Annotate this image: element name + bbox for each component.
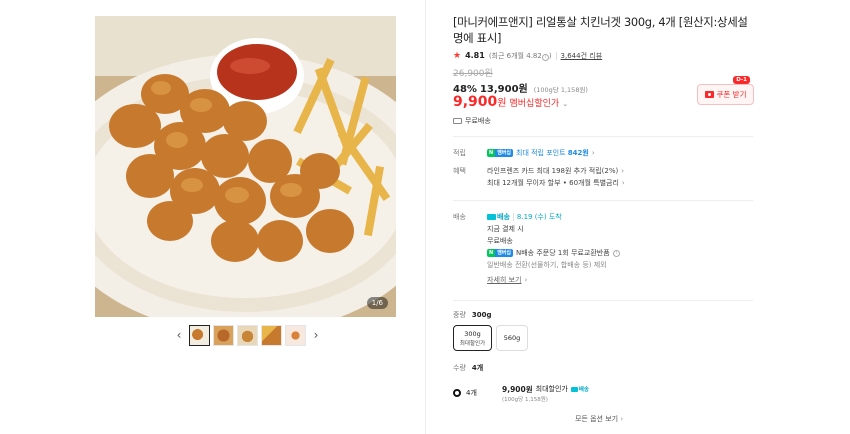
unit-price: (100g당 1,158원) — [533, 86, 588, 94]
chevron-right-icon: › — [621, 179, 625, 187]
delivery-line-1: 지금 결제 시 — [487, 225, 524, 233]
option-300g-button[interactable]: 300g 최대할인가 — [453, 325, 492, 351]
membership-price-label: 멤버십할인가 — [509, 99, 560, 109]
card-benefit-line[interactable]: 라인프렌즈 카드 최대 198원 추가 적립(2%) › — [487, 165, 755, 177]
delivery-tag: 배송 — [487, 211, 510, 223]
option-name: 4개 — [466, 389, 477, 397]
benefits-section: 적립 N 멤버십 최대 적립 포인트 842원 › 혜택 라인프렌즈 카드 최대 … — [453, 147, 755, 189]
chevron-left-icon[interactable]: ‹ — [172, 324, 186, 346]
points-row: 적립 N 멤버십 최대 적립 포인트 842원 › — [453, 147, 755, 159]
delivery-tag: 배송 — [570, 385, 589, 393]
rating-separator — [555, 51, 557, 60]
section-divider — [453, 300, 753, 301]
chevron-down-icon: ⌄ — [562, 100, 569, 108]
column-divider — [425, 0, 426, 434]
info-icon[interactable]: i — [541, 53, 549, 61]
thumbnail-3[interactable] — [237, 324, 258, 346]
truck-icon — [453, 118, 462, 124]
chevron-right-icon: › — [524, 276, 528, 284]
coupon-area: D-1 쿠폰 받기 — [697, 76, 754, 105]
all-options-link[interactable]: 모든 옵션 보기 › — [575, 414, 623, 424]
quantity-option-label: 수량 4개 — [453, 364, 484, 372]
weight-option-label: 중량 300g — [453, 311, 492, 319]
chevron-right-icon[interactable]: › — [309, 324, 323, 346]
product-info: [마니커에프앤지] 리얼통살 치킨너겟 300g, 4개 [원산지:상세설명에 … — [453, 14, 755, 126]
chicken-nugget-photo — [95, 16, 396, 317]
thumbnail-2[interactable] — [213, 324, 234, 346]
product-title: [마니커에프앤지] 리얼통살 치킨너겟 300g, 4개 [원산지:상세설명에 … — [453, 15, 748, 45]
delivery-section: 배송 배송 8.19 (수) 도착 지금 결제 시 무료배송 N 멤버십 N배송 … — [453, 211, 755, 286]
points-line[interactable]: N 멤버십 최대 적립 포인트 842원 › — [487, 147, 755, 159]
shipping-row: 무료배송 — [453, 116, 755, 126]
coupon-dday-badge: D-1 — [733, 76, 750, 84]
arrival-date: 8.19 (수) 도착 — [516, 213, 562, 221]
shipping-fee: 무료배송 — [465, 117, 491, 125]
coupon-label: 쿠폰 받기 — [716, 90, 747, 99]
delivery-more-link[interactable]: 자세히 보기 › — [487, 274, 755, 286]
star-icon: ★ — [453, 50, 462, 61]
benefit-label: 혜택 — [453, 167, 466, 175]
discount-price: 13,900원 — [479, 84, 528, 95]
radio-selected-icon[interactable] — [453, 389, 461, 397]
delivery-line-2: 무료배송 — [487, 237, 513, 245]
chevron-right-icon: › — [591, 149, 595, 157]
selected-option-row[interactable]: 4개 9,900원 최대할인가 배송 (100g당 1,158원) — [453, 384, 755, 403]
section-divider — [453, 136, 753, 137]
npay-membership-badge: N 멤버십 — [487, 149, 513, 157]
thumbnail-4[interactable] — [261, 324, 282, 346]
truck-icon — [487, 214, 496, 220]
coupon-button[interactable]: 쿠폰 받기 — [697, 84, 754, 105]
rating-detail: (최근 6개월 4.82 i) — [488, 51, 552, 61]
delivery-line-4: 일반배송 전환(선물하기, 합배송 등) 제외 — [487, 261, 607, 269]
weight-options: 300g 최대할인가 560g — [453, 325, 528, 351]
chevron-right-icon: › — [621, 167, 625, 175]
installment-line[interactable]: 최대 12개월 무이자 할부 • 60개월 특별금리 › — [487, 177, 755, 189]
image-counter: 1/6 — [366, 297, 388, 309]
option-price-label: 최대할인가 — [535, 385, 568, 393]
product-main-image[interactable]: 1/6 — [95, 16, 396, 317]
coupon-icon — [704, 91, 714, 98]
benefit-row: 혜택 라인프렌즈 카드 최대 198원 추가 적립(2%) › 최대 12개월 무… — [453, 165, 755, 189]
delivery-arrival-line: 배송 8.19 (수) 도착 — [487, 211, 755, 223]
truck-icon — [570, 386, 578, 392]
chevron-right-icon: › — [620, 415, 624, 423]
npay-membership-badge: N 멤버십 — [487, 249, 513, 257]
section-divider — [453, 200, 753, 201]
delivery-label: 배송 — [453, 213, 466, 221]
option-unit-price: (100g당 1,158원) — [502, 397, 548, 403]
membership-price: 9,900원 — [453, 94, 507, 110]
option-560g-button[interactable]: 560g — [496, 325, 528, 351]
max-points: 최대 적립 포인트 842원 — [516, 149, 589, 157]
review-count-link[interactable]: 3,644건 리뷰 — [561, 51, 603, 61]
thumbnail-1[interactable] — [189, 324, 210, 346]
rating-value: 4.81 — [465, 51, 485, 60]
option-price-block: 9,900원 최대할인가 배송 (100g당 1,158원) — [502, 384, 589, 404]
thumbnail-strip: ‹ › — [172, 323, 323, 347]
option-price: 9,900원 — [502, 384, 533, 394]
rating-row: ★ 4.81 (최근 6개월 4.82 i) 3,644건 리뷰 — [453, 50, 755, 61]
free-return-line: N 멤버십 N배송 주문당 1회 무료교환반품 i — [487, 247, 755, 259]
points-label: 적립 — [453, 149, 466, 157]
thumbnail-5[interactable] — [285, 324, 306, 346]
info-icon[interactable]: i — [612, 249, 620, 257]
